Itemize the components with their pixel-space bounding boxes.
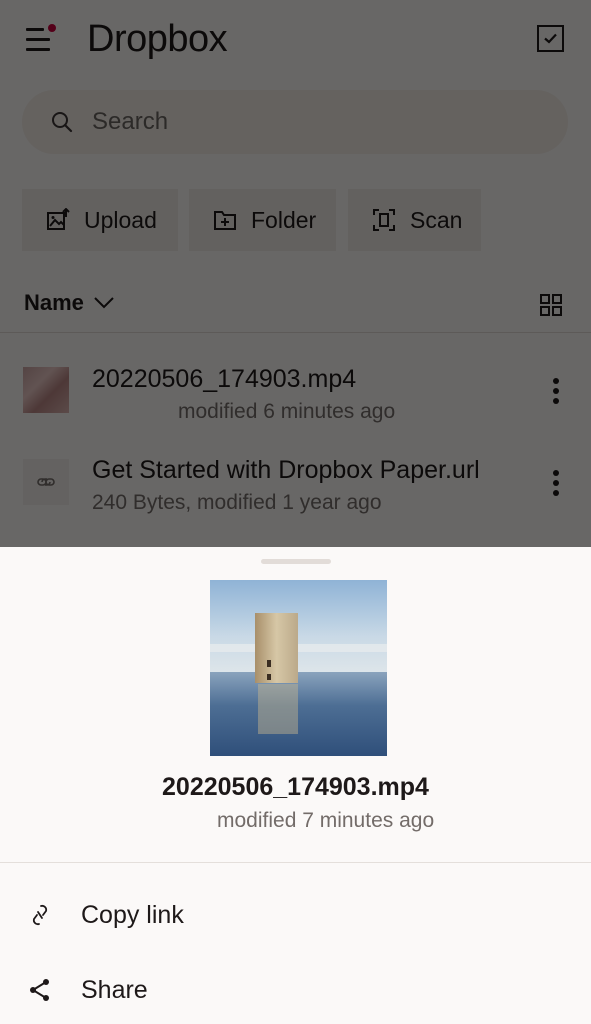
copy-link-menu-item[interactable]: Copy link [0,880,591,950]
sheet-file-meta: modified 7 minutes ago [217,809,435,832]
share-label: Share [81,975,148,1004]
sheet-file-name: 20220506_174903.mp4 [162,773,429,801]
share-icon [30,979,49,1001]
dropbox-app: Dropbox Upload [0,0,591,1024]
link-icon [32,904,48,926]
copy-link-label: Copy link [81,900,184,929]
file-actions-sheet: 20220506_174903.mp4 modified 7 minutes a… [0,547,591,1024]
sheet-divider [0,862,591,863]
modal-scrim[interactable] [0,0,591,547]
sheet-drag-handle[interactable] [261,559,331,564]
share-menu-item[interactable]: Share [0,955,591,1024]
file-preview-image [210,580,387,756]
